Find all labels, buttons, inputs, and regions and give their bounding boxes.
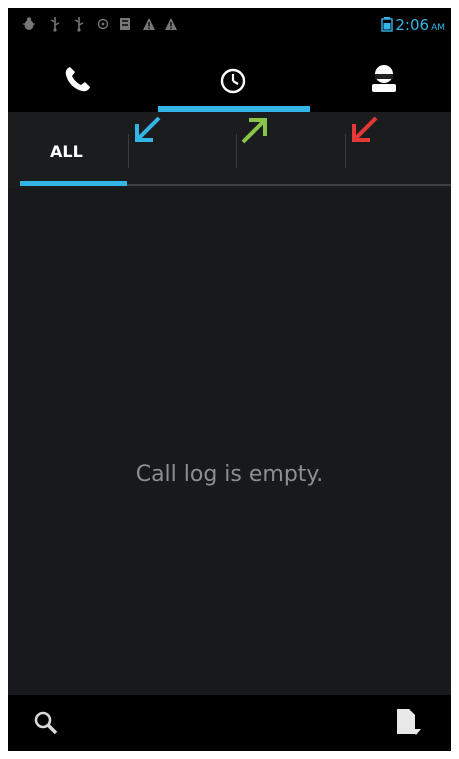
warning-icon (165, 18, 177, 30)
contacts-icon (372, 65, 396, 92)
filter-outgoing[interactable] (237, 112, 347, 188)
empty-message: Call log is empty. (135, 462, 324, 487)
incoming-arrow-icon (135, 116, 161, 142)
tab-contacts[interactable] (310, 44, 451, 112)
call-filter-bar: ALL (8, 112, 451, 188)
tab-dialer[interactable] (8, 44, 156, 112)
sd-card-icon (120, 18, 130, 30)
filter-selected-indicator (20, 181, 127, 186)
warning-icon (143, 18, 155, 30)
phone-icon (65, 67, 90, 92)
phone-screen: 2:06 AM ALL Call log is empty. (8, 8, 451, 751)
search-button[interactable] (20, 695, 80, 751)
bottom-action-bar (8, 695, 451, 751)
usb-icon (50, 17, 60, 32)
top-tabs (8, 44, 451, 112)
battery-icon (381, 17, 393, 32)
sync-icon (97, 18, 109, 30)
filter-all[interactable]: ALL (18, 112, 128, 188)
tab-call-log[interactable] (158, 44, 310, 112)
menu-icon (397, 709, 421, 735)
usb-icon (74, 17, 84, 32)
clock-icon (220, 68, 246, 94)
filter-all-label: ALL (50, 142, 83, 161)
menu-button[interactable] (381, 695, 441, 751)
status-time-ampm: AM (431, 23, 445, 33)
bug-icon (23, 17, 35, 30)
status-time-value: 2:06 (395, 16, 430, 34)
filter-incoming[interactable] (129, 112, 239, 188)
status-time: 2:06 AM (395, 16, 445, 34)
missed-arrow-icon (352, 116, 378, 142)
outgoing-arrow-icon (241, 118, 267, 144)
filter-missed[interactable] (346, 112, 451, 188)
call-log-list[interactable]: Call log is empty. (8, 188, 451, 695)
status-bar: 2:06 AM (8, 8, 451, 44)
search-icon (34, 711, 58, 735)
